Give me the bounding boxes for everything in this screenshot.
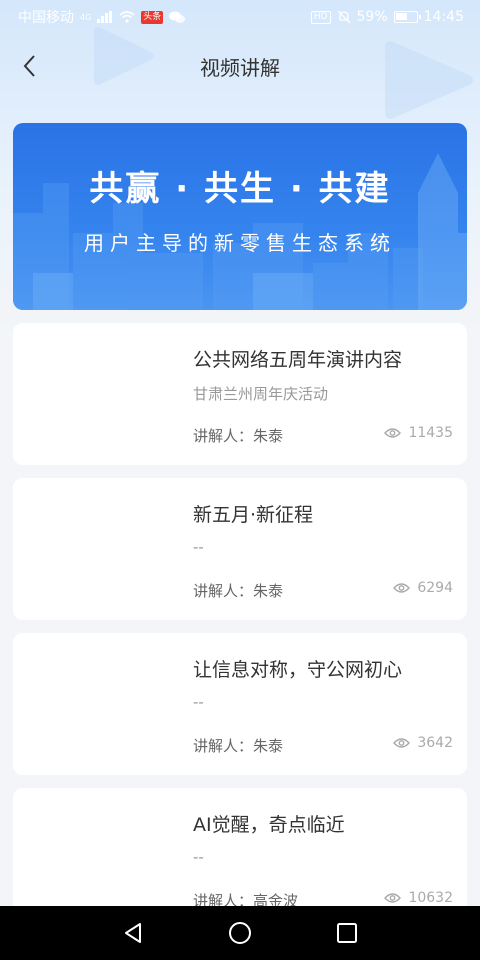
page-title: 视频讲解 bbox=[200, 55, 280, 80]
battery-percent: 59% bbox=[356, 9, 388, 25]
view-count-value: 6294 bbox=[417, 580, 453, 596]
view-count-value: 11435 bbox=[408, 425, 453, 441]
clock: 14:45 bbox=[423, 9, 464, 25]
signal-icon bbox=[97, 11, 113, 23]
video-subtitle: -- bbox=[193, 693, 204, 711]
hd-badge: HD bbox=[310, 10, 331, 24]
status-left: 中国移动 4G 头条 bbox=[18, 7, 186, 27]
view-count-value: 10632 bbox=[408, 890, 453, 906]
chevron-left-icon bbox=[23, 55, 35, 77]
wifi-icon bbox=[119, 11, 135, 23]
video-presenter: 讲解人：朱泰 bbox=[193, 427, 284, 445]
video-subtitle: -- bbox=[193, 848, 204, 866]
nav-recents-button[interactable] bbox=[327, 913, 367, 953]
carrier-label: 中国移动 bbox=[18, 10, 74, 26]
triangle-back-icon bbox=[125, 923, 142, 943]
view-count: 3642 bbox=[393, 735, 453, 751]
video-card[interactable]: 新五月·新征程 -- 讲解人：朱泰 6294 bbox=[13, 478, 467, 620]
battery-fill bbox=[395, 13, 407, 20]
eye-icon bbox=[384, 893, 402, 903]
promo-banner[interactable]: 共赢 · 共生 · 共建 用户主导的新零售生态系统 bbox=[13, 123, 467, 310]
video-title: 让信息对称，守公网初心 bbox=[193, 659, 403, 681]
banner-subtitle: 用户主导的新零售生态系统 bbox=[84, 231, 396, 255]
banner-title: 共赢 · 共生 · 共建 bbox=[89, 169, 391, 209]
square-recents-icon bbox=[336, 923, 357, 943]
video-title: 公共网络五周年演讲内容 bbox=[193, 349, 403, 371]
battery-icon bbox=[393, 11, 421, 23]
video-thumbnail bbox=[13, 633, 178, 775]
page-header: 视频讲解 bbox=[0, 42, 480, 90]
video-title: AI觉醒，奇点临近 bbox=[193, 814, 345, 836]
status-right: HD 59% 14:45 bbox=[310, 9, 464, 25]
chat-icon bbox=[169, 11, 186, 23]
system-nav-bar bbox=[0, 906, 480, 960]
mute-bell-icon bbox=[337, 10, 350, 24]
back-button[interactable] bbox=[14, 50, 44, 82]
view-count: 10632 bbox=[384, 890, 453, 906]
view-count: 6294 bbox=[393, 580, 453, 596]
circle-home-icon bbox=[228, 922, 251, 944]
video-card[interactable]: 公共网络五周年演讲内容 甘肃兰州周年庆活动 讲解人：朱泰 11435 bbox=[13, 323, 467, 465]
city-skyline-illustration bbox=[13, 153, 467, 310]
video-thumbnail bbox=[13, 478, 178, 620]
status-bar: 中国移动 4G 头条 HD 59% 14:45 bbox=[0, 0, 480, 34]
video-presenter: 讲解人：朱泰 bbox=[193, 582, 284, 600]
nav-back-button[interactable] bbox=[113, 913, 153, 953]
video-title: 新五月·新征程 bbox=[193, 504, 314, 526]
video-presenter: 讲解人：朱泰 bbox=[193, 737, 284, 755]
eye-icon bbox=[393, 583, 411, 593]
video-subtitle: -- bbox=[193, 538, 204, 556]
eye-icon bbox=[393, 738, 411, 748]
view-count: 11435 bbox=[384, 425, 453, 441]
nav-home-button[interactable] bbox=[220, 913, 260, 953]
video-card[interactable]: 让信息对称，守公网初心 -- 讲解人：朱泰 3642 bbox=[13, 633, 467, 775]
video-thumbnail bbox=[13, 323, 178, 465]
video-subtitle: 甘肃兰州周年庆活动 bbox=[193, 385, 329, 403]
app-badge-icon: 头条 bbox=[141, 10, 164, 24]
eye-icon bbox=[384, 428, 402, 438]
network-label: 4G bbox=[80, 12, 92, 22]
view-count-value: 3642 bbox=[417, 735, 453, 751]
